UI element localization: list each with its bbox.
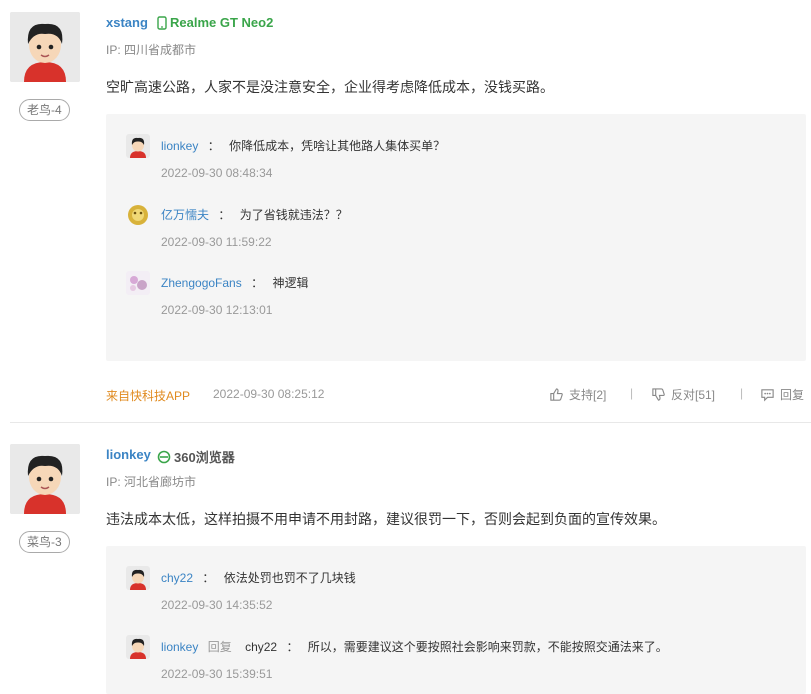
user-avatar[interactable] [10, 12, 80, 82]
comment-datetime: 2022-09-30 08:25:12 [213, 387, 325, 401]
oppose-count: 反对[51] [671, 388, 716, 402]
reply-text: 为了省钱就违法？？ [239, 208, 348, 222]
reply-text: 所以，需要建议这个要按照社会影响来罚款，不能按照交通法来了。 [307, 640, 668, 654]
user-rank-badge: 菜鸟-3 [19, 531, 70, 553]
user-avatar[interactable] [10, 444, 80, 514]
reply-list: chy22 ： 依法处罚也罚不了几块钱 2022-09-30 14:35:52 … [106, 546, 806, 694]
device-name: Realme GT Neo2 [170, 15, 274, 30]
reply-text: 神逻辑 [272, 276, 309, 290]
action-divider: | [630, 386, 634, 400]
device-name: 360浏览器 [174, 450, 235, 465]
reply-colon: ： [286, 640, 299, 654]
comment-bubble-icon [761, 389, 774, 402]
action-divider: | [740, 386, 744, 400]
reply-colon: ： [218, 208, 231, 222]
reply-text: 依法处罚也罚不了几块钱 [223, 571, 356, 585]
reply-text: 你降低成本，凭啥让其他路人集体买单？ [229, 139, 446, 153]
username-link[interactable]: lionkey [106, 447, 151, 462]
comment-content: 空旷高速公路，人家不是没注意安全，企业得考虑降低成本，没钱买路。 [106, 79, 554, 95]
reply-line: ZhengogoFans ： 神逻辑 [161, 274, 308, 291]
reply-line: lionkey 回复 chy22 ： 所以，需要建议这个要按照社会影响来罚款，不… [161, 638, 668, 655]
reply-line: lionkey ： 你降低成本，凭啥让其他路人集体买单？ [161, 137, 445, 154]
reply-username[interactable]: chy22 [161, 571, 193, 585]
comment-divider [10, 422, 811, 423]
reply-time: 2022-09-30 08:48:34 [161, 166, 273, 180]
reply-colon: ： [251, 276, 264, 290]
reply-to-label: 回复 [207, 640, 232, 654]
support-count: 支持[2] [569, 388, 607, 402]
oppose-button[interactable]: 反对[51] [651, 386, 715, 403]
ip-location: IP: 河北省廊坊市 [106, 475, 197, 489]
reply-button[interactable]: 回复 [760, 386, 804, 403]
thumbs-up-icon [550, 388, 563, 401]
device-label: 360浏览器 [157, 447, 235, 466]
reply-colon: ： [202, 571, 215, 585]
reply-avatar[interactable] [126, 271, 150, 295]
support-button[interactable]: 支持[2] [549, 386, 606, 403]
reply-line: 亿万懦夫 ： 为了省钱就违法？？ [161, 206, 348, 223]
reply-time: 2022-09-30 15:39:51 [161, 667, 273, 681]
reply-target[interactable]: chy22 [245, 640, 277, 654]
reply-username[interactable]: lionkey [161, 139, 198, 153]
reply-avatar[interactable] [126, 203, 150, 227]
reply-time: 2022-09-30 12:13:01 [161, 303, 273, 317]
reply-username[interactable]: lionkey [161, 640, 198, 654]
phone-icon [157, 15, 167, 30]
reply-avatar[interactable] [126, 566, 150, 590]
browser-icon [157, 450, 171, 463]
username-link[interactable]: xstang [106, 15, 148, 30]
reply-time: 2022-09-30 11:59:22 [161, 235, 272, 249]
thumbs-down-icon [652, 388, 665, 401]
comment-source[interactable]: 来自快科技APP [106, 387, 190, 404]
reply-avatar[interactable] [126, 635, 150, 659]
user-rank-badge: 老鸟-4 [19, 99, 70, 121]
reply-time: 2022-09-30 14:35:52 [161, 598, 273, 612]
reply-colon: ： [207, 139, 220, 153]
reply-label: 回复 [780, 388, 805, 402]
reply-avatar[interactable] [126, 134, 150, 158]
reply-username[interactable]: 亿万懦夫 [161, 208, 209, 222]
reply-username[interactable]: ZhengogoFans [161, 276, 242, 290]
reply-list: lionkey ： 你降低成本，凭啥让其他路人集体买单？ 2022-09-30 … [106, 114, 806, 361]
comment-content: 违法成本太低，这样拍摄不用申请不用封路，建议很罚一下，否则会起到负面的宣传效果。 [106, 511, 666, 527]
ip-location: IP: 四川省成都市 [106, 43, 197, 57]
device-label: Realme GT Neo2 [157, 15, 273, 30]
reply-line: chy22 ： 依法处罚也罚不了几块钱 [161, 569, 356, 586]
